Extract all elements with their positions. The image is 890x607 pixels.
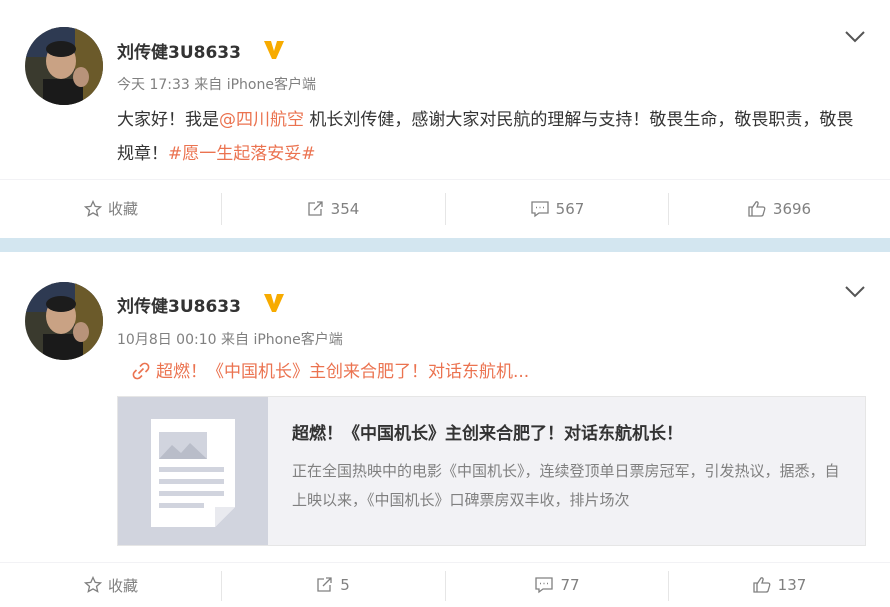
- like-count: 3696: [772, 199, 812, 218]
- comment-icon: [535, 577, 554, 594]
- article-card[interactable]: 超燃！《中国机长》主创来合肥了！对话东航机长！ 正在全国热映中的电影《中国机长》…: [117, 396, 866, 546]
- comment-button[interactable]: 567: [446, 180, 668, 237]
- share-icon: [317, 577, 332, 592]
- document-icon: [151, 419, 235, 527]
- action-bar: 收藏 354 567 3696: [0, 179, 890, 237]
- post-text-part: 大家好！我是: [117, 110, 219, 130]
- thumbs-up-icon: [748, 200, 766, 217]
- post-time[interactable]: 10月8日 00:10: [117, 332, 217, 348]
- chevron-down-icon[interactable]: [844, 30, 866, 44]
- verified-v-icon: [264, 41, 284, 59]
- post-source[interactable]: iPhone客户端: [227, 77, 316, 93]
- article-link[interactable]: 超燃！《中国机长》主创来合肥了！对话东航机...: [132, 357, 529, 382]
- user-avatar[interactable]: [25, 282, 103, 360]
- action-bar: 收藏 5 77 137: [0, 562, 890, 607]
- star-icon: [83, 199, 102, 217]
- favorite-label: 收藏: [107, 576, 138, 595]
- source-prefix: 来自: [220, 332, 249, 348]
- source-prefix: 来自: [194, 77, 223, 93]
- link-icon: [132, 362, 150, 380]
- article-link-text: 超燃！《中国机长》主创来合肥了！对话东航机...: [156, 362, 530, 382]
- repost-button[interactable]: 354: [222, 180, 444, 237]
- username[interactable]: 刘传健3U8633: [117, 38, 241, 63]
- like-button[interactable]: 3696: [668, 180, 890, 237]
- post-meta: 10月8日 00:10 来自 iPhone客户端: [117, 329, 343, 349]
- article-description: 正在全国热映中的电影《中国机长》，连续登顶单日票房冠军，引发热议，据悉，自上映以…: [292, 462, 840, 509]
- comment-count: 77: [560, 576, 580, 594]
- post-time[interactable]: 今天 17:33: [117, 77, 190, 93]
- weibo-post: 刘传健3U8633 今天 17:33 来自 iPhone客户端 大家好！我是@四…: [0, 0, 890, 238]
- favorite-button[interactable]: 收藏: [0, 180, 222, 237]
- repost-count: 5: [340, 576, 350, 594]
- repost-button[interactable]: 5: [222, 563, 444, 607]
- user-avatar[interactable]: [25, 27, 103, 105]
- username[interactable]: 刘传健3U8633: [117, 292, 241, 317]
- favorite-button[interactable]: 收藏: [0, 563, 222, 607]
- comment-count: 567: [555, 199, 585, 218]
- post-source[interactable]: iPhone客户端: [253, 332, 342, 348]
- star-icon: [83, 576, 102, 593]
- chevron-down-icon[interactable]: [844, 285, 866, 299]
- article-title: 超燃！《中国机长》主创来合肥了！对话东航机长！: [292, 424, 683, 444]
- like-button[interactable]: 137: [668, 563, 890, 607]
- share-icon: [308, 200, 323, 216]
- mention-link[interactable]: @四川航空: [219, 110, 304, 130]
- favorite-label: 收藏: [107, 200, 138, 218]
- comment-icon: [531, 200, 549, 217]
- verified-v-icon: [264, 294, 284, 312]
- hashtag-link[interactable]: #愿一生起落安妥#: [168, 144, 316, 164]
- repost-count: 354: [330, 199, 360, 218]
- post-meta: 今天 17:33 来自 iPhone客户端: [117, 74, 316, 94]
- article-thumbnail: [118, 397, 268, 545]
- weibo-post: 刘传健3U8633 10月8日 00:10 来自 iPhone客户端 超燃！《中…: [0, 252, 890, 607]
- post-text: 大家好！我是@四川航空 机长刘传健，感谢大家对民航的理解与支持！敬畏生命，敬畏职…: [117, 103, 857, 171]
- thumbs-up-icon: [753, 577, 771, 593]
- feed-divider: [0, 238, 890, 252]
- like-count: 137: [777, 576, 807, 594]
- comment-button[interactable]: 77: [446, 563, 668, 607]
